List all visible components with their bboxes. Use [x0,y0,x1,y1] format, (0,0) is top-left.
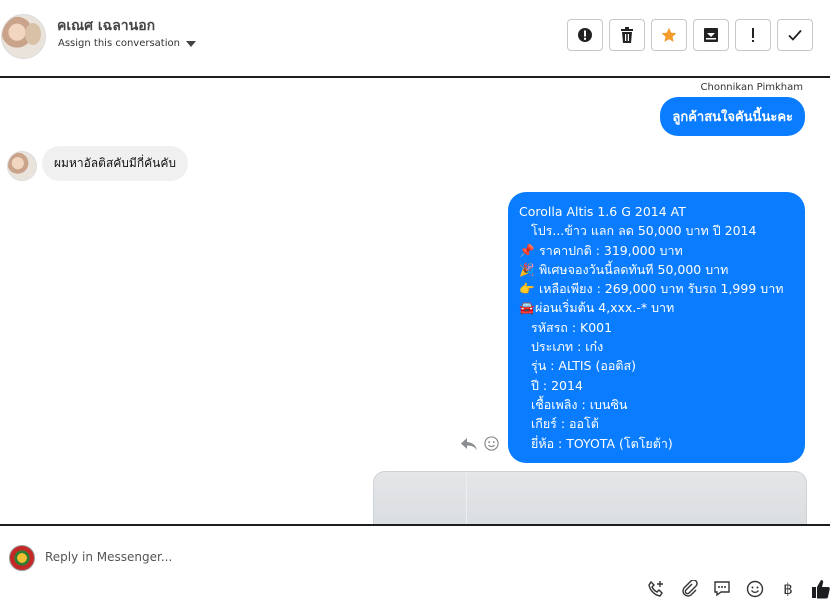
message-line: พิเศษจองวันนี้ลดทันที 50,000 บาท [538,261,729,277]
message-line: รุ่น : ALTIS (ออติส) [531,358,636,374]
message-line: เหลือเพียง : 269,000 บาท รับรถ 1,999 บาท [538,281,784,297]
saved-reply-icon[interactable] [712,579,732,599]
page-avatar [9,545,35,571]
conversation-thread[interactable]: Chonnikan Pimkham ลูกค้าสนใจคันนี้นะคะ ผ… [0,78,830,524]
emoji-icon[interactable] [745,579,765,599]
emoji-reaction-icon[interactable] [484,436,499,451]
message-line: โปร...ข้าว แลก ลด 50,000 บาท ปี 2014 [531,223,757,239]
contact-name[interactable]: คเณศ เฉลานอก [57,15,155,37]
checkmark-icon [788,29,802,41]
party-popper-icon: 🎉 [519,261,535,277]
pushpin-icon: 📌 [519,242,535,258]
mark-important-button[interactable] [735,19,771,51]
image-attachment[interactable] [373,471,807,524]
assign-conversation-dropdown[interactable]: Assign this conversation [58,38,196,49]
message-line: ประเภท : เก๋ง [531,339,604,355]
message-line: เกียร์ : ออโต้ [531,416,599,432]
message-line: Corolla Altis 1.6 G 2014 AT [519,204,686,219]
assign-label: Assign this conversation [58,38,180,49]
reply-icon[interactable] [460,437,478,451]
caret-down-icon [185,40,196,47]
archive-icon [704,28,718,42]
message-line: เชื้อเพลิง : เบนซิน [531,396,628,412]
star-icon [661,27,677,42]
message-line: รหัสรถ : K001 [531,319,613,335]
outgoing-message[interactable]: ลูกค้าสนใจคันนี้นะคะ [660,97,805,136]
message-line: ยี่ห้อ : TOYOTA (โตโยต้า) [531,435,673,451]
star-button[interactable] [651,19,687,51]
attachment-icon[interactable] [679,579,699,599]
conversation-header: คเณศ เฉลานอก Assign this conversation [0,0,830,76]
exclamation-icon [752,28,754,42]
incoming-message[interactable]: ผมหาอัลติสคับมีกี่คันคับ [42,146,188,181]
contact-avatar[interactable] [1,14,46,59]
sender-name: Chonnikan Pimkham [700,82,803,93]
mark-done-button[interactable] [777,19,813,51]
thumbs-up-icon[interactable] [811,579,830,599]
call-add-icon[interactable] [646,579,666,599]
pointing-hand-icon: 👉 [519,281,535,297]
reply-input[interactable]: Reply in Messenger... [45,550,172,564]
baht-icon[interactable]: ฿ [778,579,798,599]
header-actions [567,19,813,51]
spam-report-button[interactable] [567,19,603,51]
alert-circle-icon [578,28,592,42]
message-line: ผ่อนเริ่มต้น 4,xxx.-* บาท [535,300,675,316]
reply-toolbar: ฿ [646,579,830,599]
message-line: ปี : 2014 [531,377,583,393]
outgoing-message-car-details[interactable]: Corolla Altis 1.6 G 2014 AT โปร...ข้าว แ… [508,192,805,463]
contact-avatar-small[interactable] [7,151,37,181]
trash-icon [621,27,633,43]
reply-area: Reply in Messenger... ฿ [0,526,830,604]
archive-button[interactable] [693,19,729,51]
message-line: ราคาปกติ : 319,000 บาท [538,242,683,258]
message-tools [460,436,499,451]
car-icon: 🚘 [519,300,535,316]
delete-button[interactable] [609,19,645,51]
